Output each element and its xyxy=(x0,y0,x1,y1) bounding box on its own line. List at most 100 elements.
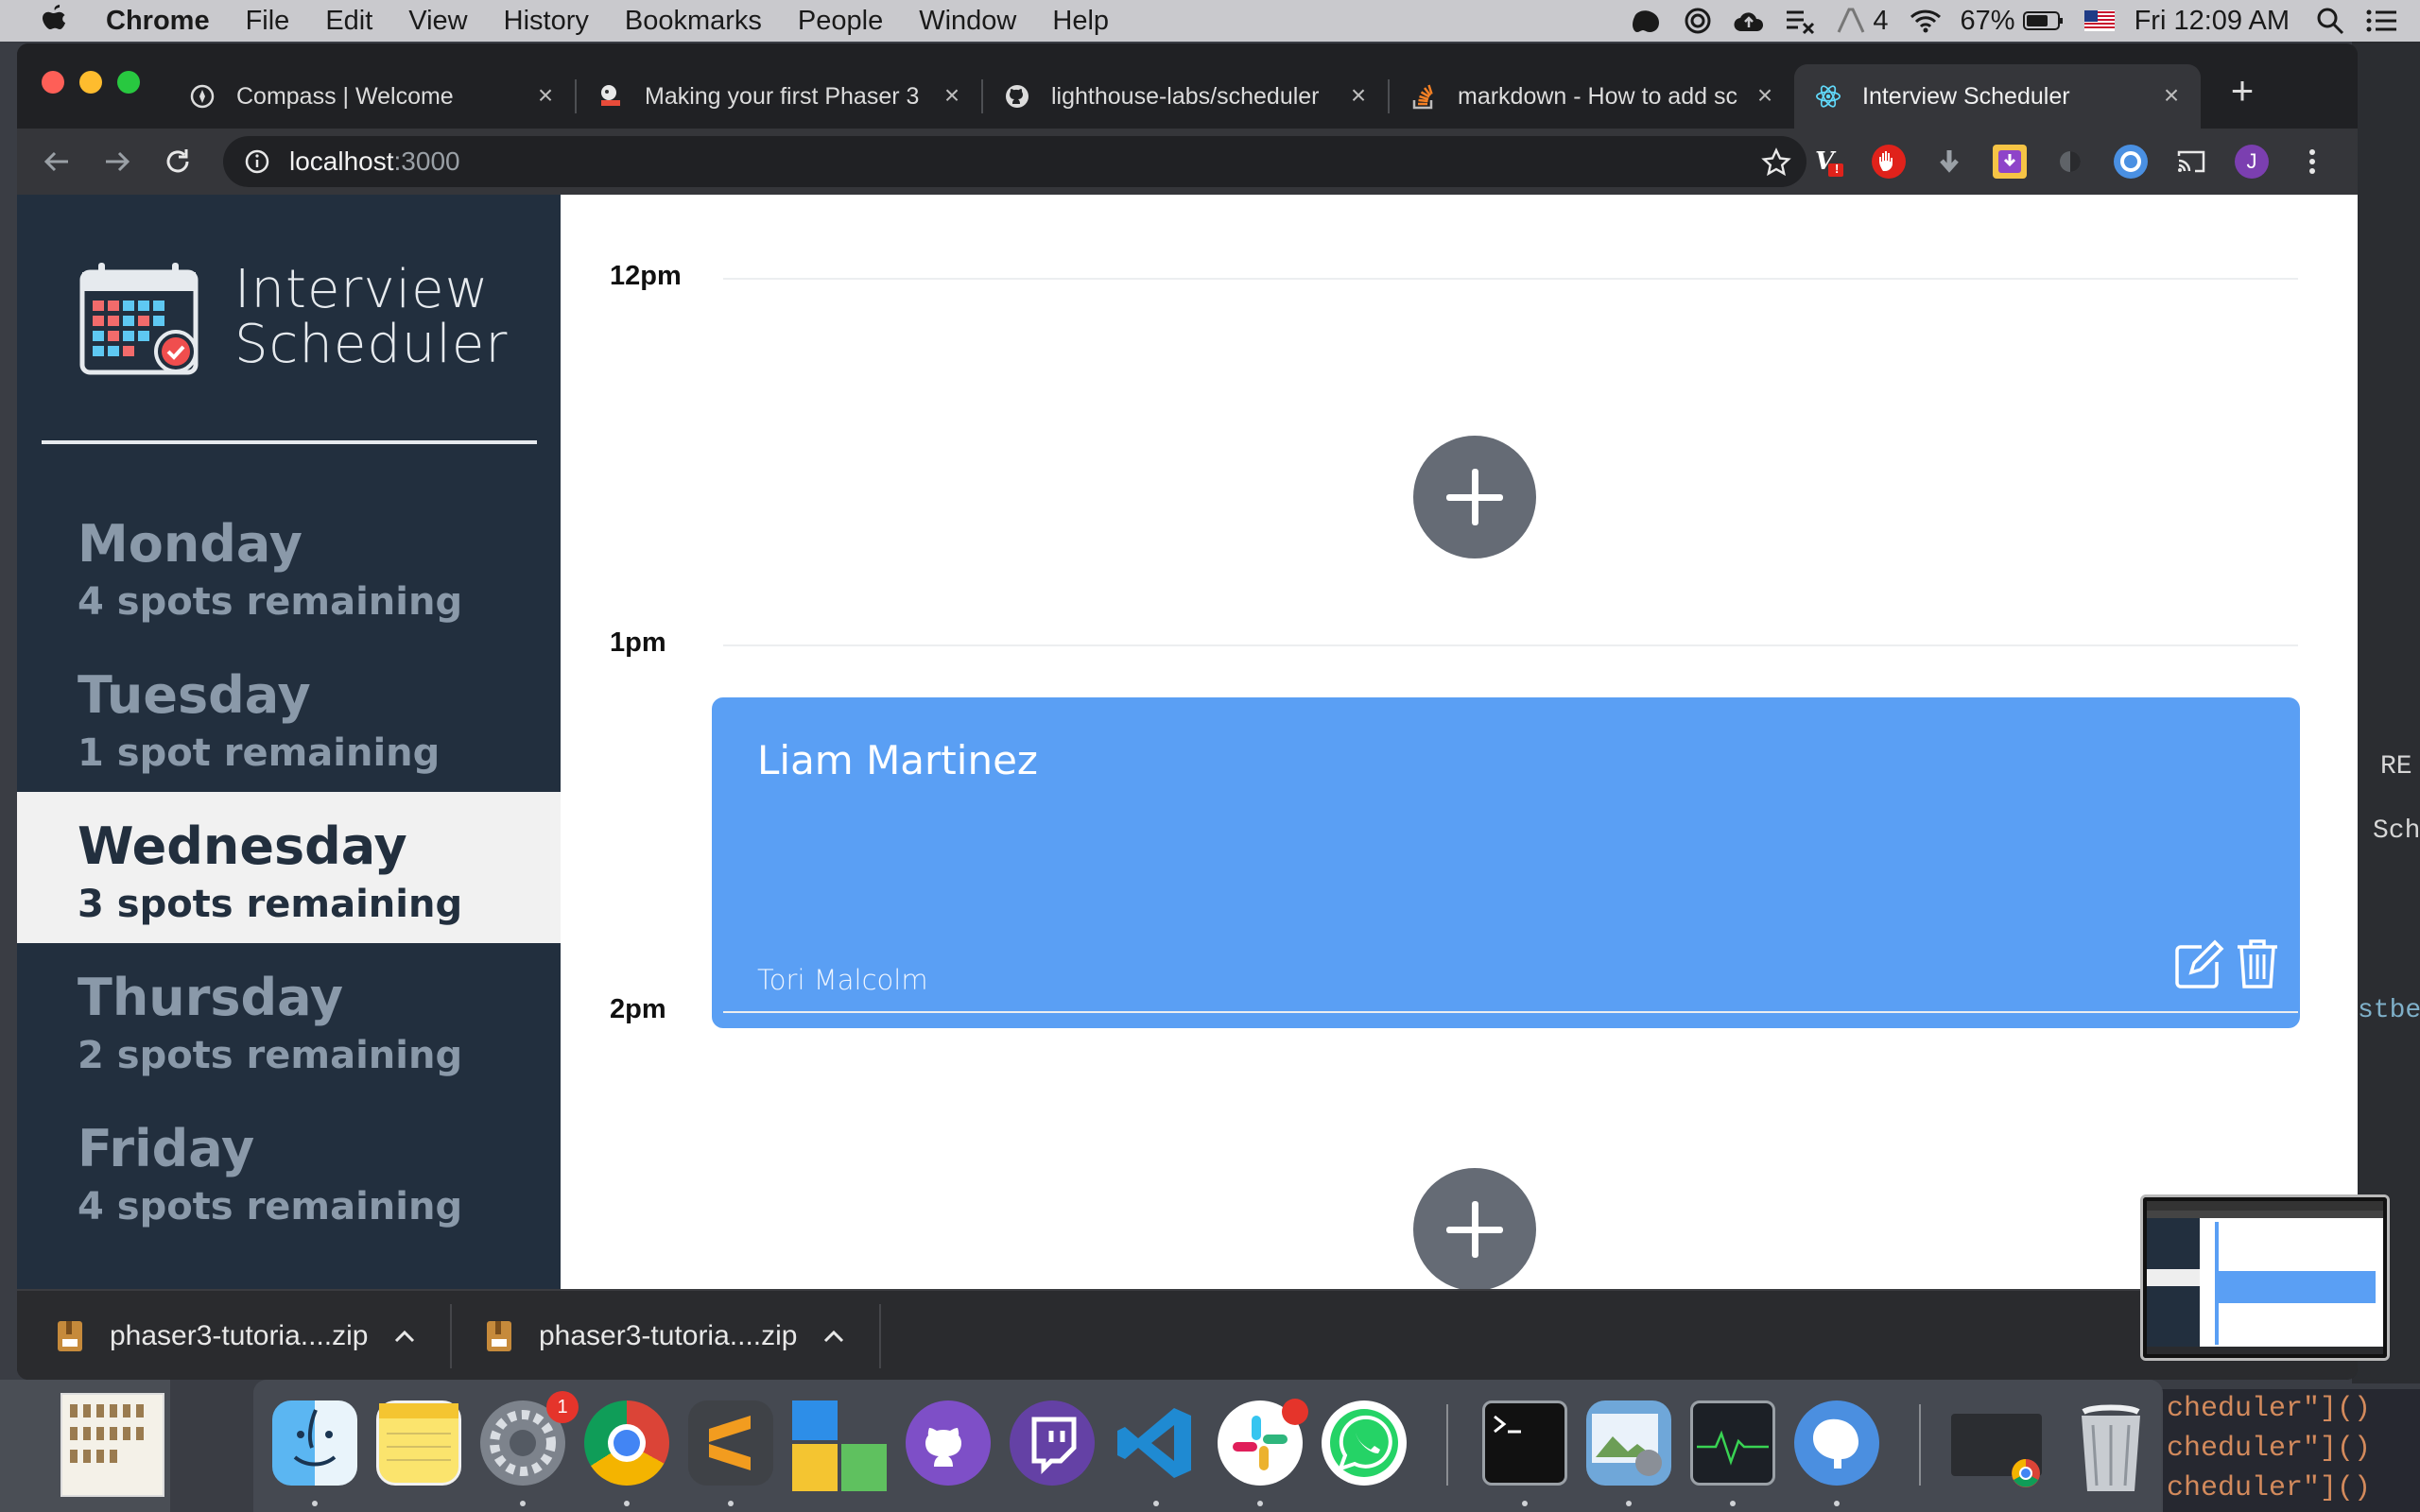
menu-edit[interactable]: Edit xyxy=(325,6,372,37)
app-title-line1: Interview xyxy=(234,259,490,320)
terminal-icon[interactable] xyxy=(1482,1400,1567,1486)
tab-close-icon[interactable]: × xyxy=(533,82,558,109)
tab-compass[interactable]: Compass | Welcome × xyxy=(168,64,575,129)
add-appointment-button[interactable] xyxy=(1413,436,1536,558)
day-list-item-wednesday[interactable]: Wednesday 3 spots remaining xyxy=(17,792,561,943)
day-list-item-tuesday[interactable]: Tuesday 1 spot remaining xyxy=(17,641,561,792)
tab-close-icon[interactable]: × xyxy=(1346,82,1371,109)
tab-close-icon[interactable]: × xyxy=(1753,82,1777,109)
tab-interview-scheduler[interactable]: Interview Scheduler × xyxy=(1794,64,2201,129)
bookmark-star-icon[interactable] xyxy=(1761,147,1791,178)
preview-icon[interactable] xyxy=(1586,1400,1671,1486)
menu-view[interactable]: View xyxy=(408,6,467,37)
add-appointment-button[interactable] xyxy=(1413,1168,1536,1289)
site-info-icon[interactable] xyxy=(244,148,270,175)
sublime-text-icon[interactable] xyxy=(688,1400,773,1486)
day-list-item-monday[interactable]: Monday 4 spots remaining xyxy=(17,490,561,641)
timer-extension-icon[interactable] xyxy=(2053,145,2087,179)
menu-people[interactable]: People xyxy=(798,6,883,37)
cloud-upload-icon[interactable] xyxy=(1733,7,1765,35)
dock-running-dot xyxy=(728,1501,734,1506)
finder-icon[interactable] xyxy=(272,1400,357,1486)
screenshot-preview-thumbnail[interactable] xyxy=(2140,1194,2390,1361)
menu-file[interactable]: File xyxy=(246,6,290,37)
twitch-icon[interactable] xyxy=(1010,1400,1095,1486)
desktop-edge-text-3: RE xyxy=(2380,752,2412,782)
ring-extension-icon[interactable] xyxy=(2114,145,2148,179)
tasks-status-icon[interactable] xyxy=(1784,7,1816,35)
whatsapp-icon[interactable] xyxy=(1322,1400,1407,1486)
new-tab-button[interactable]: + xyxy=(2223,71,2261,111)
tab-title: Compass | Welcome xyxy=(236,82,454,110)
evernote-status-icon[interactable] xyxy=(1631,7,1663,35)
github-desktop-icon[interactable] xyxy=(906,1400,991,1486)
window-close-button[interactable] xyxy=(42,71,64,94)
react-icon xyxy=(1815,83,1841,110)
forward-arrow-icon[interactable] xyxy=(100,145,134,179)
notes-icon[interactable] xyxy=(376,1400,461,1486)
day-spots: 1 spot remaining xyxy=(78,731,441,775)
day-list-item-friday[interactable]: Friday 4 spots remaining xyxy=(17,1094,561,1246)
notification-center-icon[interactable] xyxy=(2365,7,2397,35)
appointment-card[interactable]: Liam Martinez Tori Malcolm xyxy=(712,697,2300,1028)
dock-running-dot xyxy=(1522,1501,1528,1506)
spotlight-search-icon[interactable] xyxy=(2314,7,2346,35)
sidebar-divider xyxy=(42,440,537,444)
zip-file-icon xyxy=(58,1321,82,1351)
chrome-icon[interactable] xyxy=(584,1400,669,1486)
menu-help[interactable]: Help xyxy=(1052,6,1109,37)
desktop-file-thumbnail[interactable] xyxy=(60,1393,164,1497)
adblock-extension-icon[interactable] xyxy=(1872,145,1906,179)
download-item[interactable]: phaser3-tutoria....zip xyxy=(486,1291,844,1380)
dock-running-dot xyxy=(312,1501,318,1506)
url-host: localhost xyxy=(289,146,394,176)
menu-history[interactable]: History xyxy=(504,6,589,37)
inbox-extension-icon[interactable] xyxy=(1993,145,2027,179)
menubar-clock[interactable]: Fri 12:09 AM xyxy=(2135,6,2290,37)
tab-stackoverflow[interactable]: markdown - How to add sc × xyxy=(1390,64,1794,129)
activity-monitor-icon[interactable] xyxy=(1690,1400,1775,1486)
chevron-up-icon[interactable] xyxy=(394,1330,415,1343)
macos-menu-bar: Chrome File Edit View History Bookmarks … xyxy=(0,0,2420,42)
tiles-icon[interactable] xyxy=(792,1387,887,1491)
adobe-status-icon[interactable] xyxy=(1835,7,1867,35)
chevron-up-icon[interactable] xyxy=(823,1330,844,1343)
download-extension-icon[interactable] xyxy=(1932,145,1966,179)
download-item[interactable]: phaser3-tutoria....zip xyxy=(57,1291,415,1380)
slack-badge-icon xyxy=(1282,1399,1308,1425)
tableplus-icon[interactable] xyxy=(1794,1400,1879,1486)
us-flag-icon[interactable] xyxy=(2083,7,2116,35)
back-arrow-icon[interactable] xyxy=(40,145,74,179)
trash-icon[interactable] xyxy=(2068,1400,2153,1491)
battery-icon[interactable] xyxy=(2022,7,2065,35)
window-minimize-button[interactable] xyxy=(79,71,102,94)
compass-icon xyxy=(189,83,216,110)
wifi-icon[interactable] xyxy=(1910,7,1942,35)
apple-menu-icon[interactable] xyxy=(38,4,70,38)
desktop-code-editor-fragment: cheduler"]() cheduler"]() cheduler"]() xyxy=(2161,1389,2420,1512)
tab-github[interactable]: lighthouse-labs/scheduler × xyxy=(983,64,1388,129)
edit-icon[interactable] xyxy=(2173,939,2224,990)
time-label-2pm: 2pm xyxy=(610,994,666,1024)
tab-phaser[interactable]: Making your first Phaser 3 × xyxy=(577,64,981,129)
menu-window[interactable]: Window xyxy=(919,6,1016,37)
cast-icon[interactable] xyxy=(2174,145,2208,179)
reload-icon[interactable] xyxy=(161,145,195,179)
trash-icon[interactable] xyxy=(2236,937,2279,990)
chrome-minimized-icon[interactable] xyxy=(1951,1414,2042,1487)
profile-avatar[interactable]: J xyxy=(2235,145,2269,179)
tab-strip: Compass | Welcome × Making your first Ph… xyxy=(17,43,2358,129)
vimium-extension-icon[interactable]: V ! xyxy=(1811,145,1845,179)
window-zoom-button[interactable] xyxy=(117,71,140,94)
target-status-icon[interactable] xyxy=(1682,7,1714,35)
chrome-menu-icon[interactable] xyxy=(2295,145,2329,179)
tab-close-icon[interactable]: × xyxy=(940,82,964,109)
menu-app-name[interactable]: Chrome xyxy=(106,6,210,37)
menu-bookmarks[interactable]: Bookmarks xyxy=(625,6,762,37)
tab-close-icon[interactable]: × xyxy=(2159,82,2184,109)
address-bar[interactable]: localhost:3000 xyxy=(223,136,1806,187)
desktop-left-corner xyxy=(0,1380,170,1512)
vscode-icon[interactable] xyxy=(1114,1400,1199,1486)
dock-running-dot xyxy=(1834,1501,1840,1506)
day-list-item-thursday[interactable]: Thursday 2 spots remaining xyxy=(17,943,561,1094)
